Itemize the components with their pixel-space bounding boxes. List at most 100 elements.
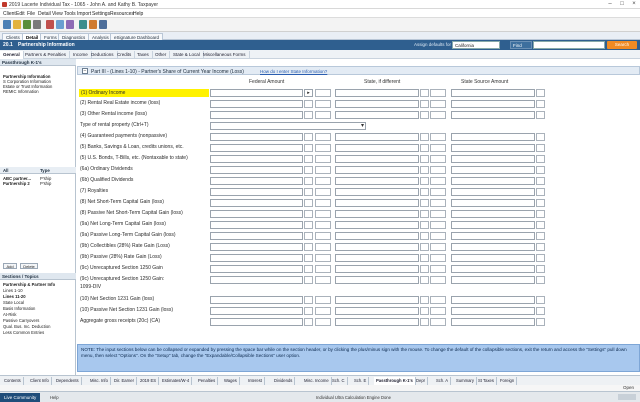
bottom-tab-client-info[interactable]: Client Info (28, 377, 52, 385)
list-item[interactable]: Partnership 2 (3, 181, 30, 186)
federal-extra-input[interactable] (315, 166, 331, 174)
state-code-input[interactable] (420, 133, 429, 141)
section-state-local[interactable]: State Local (3, 300, 24, 305)
tab-partners-penalties[interactable]: Partners & Penalties (22, 51, 71, 59)
bottom-tab-depr[interactable]: Depr (414, 377, 429, 385)
state-code-input[interactable] (420, 296, 429, 304)
federal-amount-input[interactable] (210, 111, 303, 119)
federal-code-input[interactable] (304, 254, 313, 262)
bottom-tab-sch-a[interactable]: Sch. A (434, 377, 452, 385)
federal-code-input[interactable] (304, 100, 313, 108)
print-icon[interactable] (33, 20, 41, 29)
bottom-tab-dividends[interactable]: Dividends (272, 377, 296, 385)
federal-extra-input[interactable] (315, 199, 331, 207)
state-source-code-input[interactable] (536, 144, 545, 152)
state-amount-input[interactable] (335, 177, 419, 185)
federal-extra-input[interactable] (315, 318, 331, 326)
state-extra-input[interactable] (430, 254, 446, 262)
maximize-icon[interactable]: □ (616, 1, 628, 8)
state-source-code-input[interactable] (536, 188, 545, 196)
tab-diagnostics[interactable]: Diagnostics (58, 33, 90, 40)
state-amount-input[interactable] (335, 89, 419, 97)
delete-button[interactable]: Delete (20, 263, 38, 269)
state-extra-input[interactable] (430, 232, 446, 240)
state-source-amount-input[interactable] (451, 307, 535, 315)
state-code-input[interactable] (420, 276, 429, 284)
state-source-amount-input[interactable] (451, 155, 535, 163)
rental-type-dropdown[interactable] (210, 122, 366, 130)
federal-code-input[interactable] (304, 188, 313, 196)
state-code-input[interactable] (420, 111, 429, 119)
state-code-input[interactable] (420, 89, 429, 97)
section-partner-info[interactable]: Partnership & Partner Info (3, 282, 55, 287)
search-input[interactable] (533, 41, 605, 49)
federal-code-input[interactable] (304, 221, 313, 229)
state-extra-input[interactable] (430, 177, 446, 185)
section-at-risk[interactable]: At-Risk (3, 312, 17, 317)
state-amount-input[interactable] (335, 144, 419, 152)
state-source-amount-input[interactable] (451, 199, 535, 207)
bottom-tab-st-taxes[interactable]: St Taxes (476, 377, 497, 385)
state-code-input[interactable] (420, 177, 429, 185)
tab-other[interactable]: Other (152, 51, 171, 59)
state-amount-input[interactable] (335, 210, 419, 218)
menu-view[interactable]: View (52, 11, 63, 17)
federal-amount-input[interactable] (210, 307, 303, 315)
state-code-input[interactable] (420, 265, 429, 273)
federal-code-input[interactable] (304, 307, 313, 315)
bottom-tab-passthrough-k-1-s[interactable]: Passthrough K-1's (374, 377, 416, 385)
state-code-input[interactable] (420, 199, 429, 207)
state-amount-input[interactable] (335, 265, 419, 273)
state-source-amount-input[interactable] (451, 133, 535, 141)
state-extra-input[interactable] (430, 318, 446, 326)
state-source-code-input[interactable] (536, 307, 545, 315)
federal-code-input[interactable] (304, 199, 313, 207)
federal-code-input[interactable] (304, 144, 313, 152)
state-extra-input[interactable] (430, 188, 446, 196)
federal-extra-input[interactable] (315, 232, 331, 240)
state-code-input[interactable] (420, 100, 429, 108)
efile-icon[interactable] (79, 20, 87, 29)
bottom-tab-dir-earner[interactable]: Dir. Earner (112, 377, 138, 385)
part-header[interactable]: − Part III - (Lines 1-10) - Partner's Sh… (77, 66, 640, 75)
state-source-code-input[interactable] (536, 232, 545, 240)
state-amount-input[interactable] (335, 318, 419, 326)
bottom-tab-estimates-w-4[interactable]: Estimates/W-4 (160, 377, 193, 385)
state-source-amount-input[interactable] (451, 89, 535, 97)
federal-extra-input[interactable] (315, 276, 331, 284)
federal-extra-input[interactable] (315, 221, 331, 229)
state-source-amount-input[interactable] (451, 276, 535, 284)
federal-code-input[interactable] (304, 155, 313, 163)
federal-code-input[interactable] (304, 232, 313, 240)
federal-code-input[interactable] (304, 243, 313, 251)
state-amount-input[interactable] (335, 276, 419, 284)
state-amount-input[interactable] (335, 188, 419, 196)
state-amount-input[interactable] (335, 307, 419, 315)
federal-amount-input[interactable] (210, 296, 303, 304)
state-source-code-input[interactable] (536, 265, 545, 273)
federal-amount-input[interactable] (210, 177, 303, 185)
state-source-code-input[interactable] (536, 276, 545, 284)
menu-file[interactable]: File (27, 11, 35, 17)
bottom-tab-foreign[interactable]: Foreign (498, 377, 518, 385)
state-code-input[interactable] (420, 318, 429, 326)
bottom-tab-wages[interactable]: Wages (222, 377, 240, 385)
open-folder-icon[interactable] (13, 20, 21, 29)
federal-amount-input[interactable] (210, 265, 303, 273)
state-select[interactable]: California (452, 41, 500, 49)
state-extra-input[interactable] (430, 307, 446, 315)
bottom-tab-misc-info[interactable]: Misc. Info (88, 377, 111, 385)
state-source-amount-input[interactable] (451, 210, 535, 218)
section-lines-1-10[interactable]: Lines 1-10 (3, 288, 23, 293)
federal-amount-input[interactable] (210, 254, 303, 262)
tab-credits[interactable]: Credits (114, 51, 136, 59)
section-lines-11-20[interactable]: Lines 11-20 (3, 294, 26, 299)
state-source-code-input[interactable] (536, 100, 545, 108)
state-source-code-input[interactable] (536, 243, 545, 251)
close-icon[interactable]: × (628, 1, 640, 8)
bottom-tab-sch-e[interactable]: Sch. E (352, 377, 370, 385)
state-extra-input[interactable] (430, 111, 446, 119)
federal-extra-input[interactable] (315, 188, 331, 196)
menu-client[interactable]: Client (3, 11, 16, 17)
federal-extra-input[interactable] (315, 307, 331, 315)
